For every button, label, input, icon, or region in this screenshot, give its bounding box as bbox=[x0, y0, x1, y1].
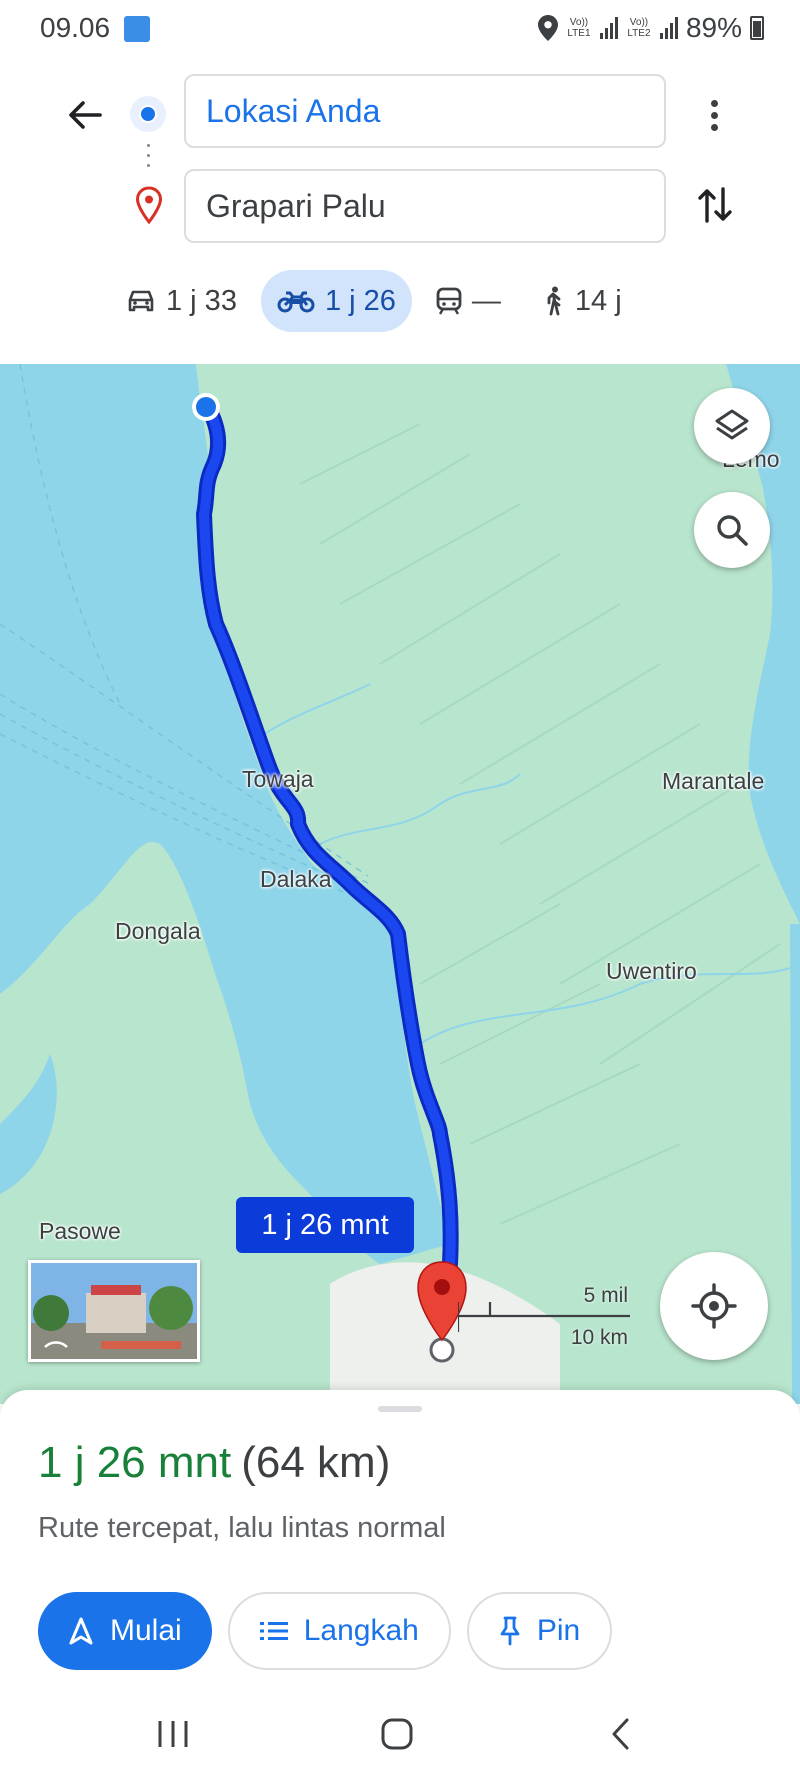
sim2-indicator: Vo)) LTE2 bbox=[627, 17, 651, 39]
pin-button[interactable]: Pin bbox=[466, 1592, 613, 1670]
directions-header: Lokasi Anda Grapari Palu 1 j 33 1 j 26 —… bbox=[0, 56, 800, 364]
crosshair-icon bbox=[691, 1283, 737, 1329]
more-options-button[interactable] bbox=[694, 90, 734, 140]
battery-level: 89% bbox=[685, 12, 742, 43]
steps-button[interactable]: Langkah bbox=[227, 1592, 451, 1670]
tab-motorcycle[interactable]: 1 j 26 bbox=[260, 270, 412, 332]
route-connector bbox=[147, 144, 151, 184]
route-duration: 1 j 26 mnt bbox=[38, 1438, 232, 1487]
signal-icon bbox=[659, 17, 678, 39]
route-summary: 1 j 26 mnt (64 km) bbox=[38, 1438, 390, 1488]
tab-transit[interactable]: — bbox=[420, 270, 517, 332]
motorcycle-duration: 1 j 26 bbox=[324, 284, 396, 317]
car-icon bbox=[128, 290, 154, 312]
route-description: Rute tercepat, lalu lintas normal bbox=[38, 1512, 446, 1544]
route-actions: Mulai Langkah Pin bbox=[38, 1592, 613, 1670]
navigation-arrow-icon bbox=[69, 1617, 93, 1645]
map-label-uwentiro: Uwentiro bbox=[606, 958, 697, 984]
motorcycle-icon bbox=[277, 291, 315, 313]
layers-icon bbox=[715, 409, 749, 440]
origin-input[interactable]: Lokasi Anda bbox=[184, 74, 666, 148]
map-scale: 5 mil 10 km bbox=[458, 1284, 630, 1356]
location-icon bbox=[537, 15, 558, 41]
layers-button[interactable] bbox=[694, 388, 770, 464]
recent-apps-icon bbox=[158, 1721, 188, 1747]
map-label-dongala: Dongala bbox=[115, 918, 201, 944]
destination-pin-icon bbox=[134, 186, 164, 226]
gallery-notification-icon bbox=[124, 16, 150, 42]
back-nav-button[interactable] bbox=[586, 1704, 656, 1764]
destination-input[interactable]: Grapari Palu bbox=[184, 169, 666, 243]
street-view-thumbnail[interactable] bbox=[28, 1260, 200, 1362]
sheet-drag-handle[interactable] bbox=[378, 1406, 422, 1412]
swap-icon bbox=[698, 187, 732, 223]
route-distance: (64 km) bbox=[241, 1438, 391, 1487]
scale-metric: 10 km bbox=[570, 1326, 628, 1349]
route-eta-chip[interactable]: 1 j 26 mnt bbox=[236, 1197, 414, 1253]
walk-duration: 14 j bbox=[574, 284, 622, 317]
car-duration: 1 j 33 bbox=[166, 284, 237, 317]
status-bar: 09.06 Vo)) LTE1 Vo)) LTE2 89% bbox=[0, 0, 800, 56]
home-icon bbox=[381, 1718, 413, 1750]
sim1-indicator: Vo)) LTE1 bbox=[567, 17, 591, 39]
map-label-towaja: Towaja bbox=[242, 766, 314, 792]
tab-car[interactable]: 1 j 33 bbox=[110, 270, 253, 332]
route-details-sheet[interactable]: 1 j 26 mnt (64 km) Rute tercepat, lalu l… bbox=[0, 1390, 800, 1690]
steps-button-label: Langkah bbox=[303, 1614, 419, 1647]
search-along-route-button[interactable] bbox=[694, 492, 770, 568]
signal-icon bbox=[599, 17, 618, 39]
chevron-left-icon bbox=[612, 1718, 629, 1750]
map-label-pasowe: Pasowe bbox=[39, 1218, 121, 1244]
street-view-image bbox=[31, 1263, 197, 1359]
start-button-label: Mulai bbox=[110, 1614, 182, 1647]
origin-dot-icon bbox=[130, 96, 166, 132]
battery-icon bbox=[750, 16, 764, 40]
my-location-button[interactable] bbox=[660, 1252, 768, 1360]
home-button[interactable] bbox=[362, 1704, 432, 1764]
walk-icon bbox=[547, 286, 561, 316]
back-button[interactable] bbox=[60, 90, 110, 140]
swap-button[interactable] bbox=[690, 180, 740, 230]
pin-button-label: Pin bbox=[536, 1614, 581, 1647]
pushpin-icon bbox=[500, 1616, 520, 1646]
travel-mode-tabs: 1 j 33 1 j 26 — 14 j bbox=[110, 270, 646, 332]
arrow-left-icon bbox=[69, 101, 102, 129]
map-view[interactable]: Lemo Towaja Marantale Dalaka Dongala Uwe… bbox=[0, 364, 800, 1404]
scale-imperial: 5 mil bbox=[583, 1284, 628, 1307]
transit-duration: — bbox=[471, 284, 501, 317]
system-navigation-bar bbox=[0, 1690, 800, 1778]
tab-walk[interactable]: 14 j bbox=[525, 270, 638, 332]
status-time: 09.06 bbox=[40, 12, 111, 43]
start-button[interactable]: Mulai bbox=[38, 1592, 212, 1670]
map-label-dalaka: Dalaka bbox=[260, 866, 332, 892]
list-icon bbox=[259, 1622, 288, 1640]
train-icon bbox=[436, 287, 462, 315]
map-label-marantale: Marantale bbox=[662, 768, 765, 794]
recent-apps-button[interactable] bbox=[138, 1704, 208, 1764]
search-icon bbox=[717, 515, 748, 546]
